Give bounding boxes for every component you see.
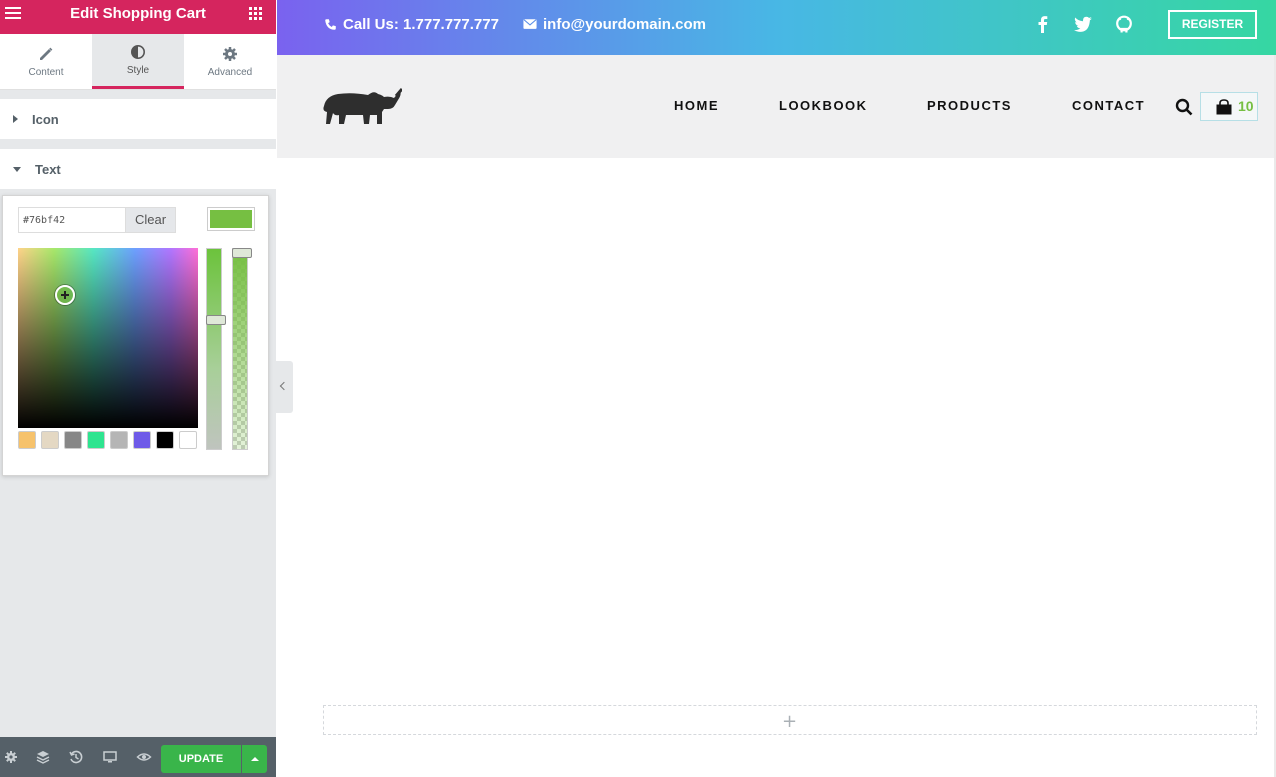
- caret-down-icon: [13, 166, 21, 172]
- tab-label: Style: [126, 65, 150, 76]
- preset-swatch[interactable]: [156, 431, 174, 449]
- panel-tabs: Content Style Advanced: [0, 34, 276, 90]
- editor-panel: Edit Shopping Cart Content Style Advance…: [0, 0, 276, 777]
- nav-lookbook[interactable]: LOOKBOOK: [779, 98, 868, 113]
- section-label: Text: [35, 161, 61, 177]
- cart-count-badge: 10: [1238, 98, 1254, 114]
- tab-style[interactable]: Style: [92, 34, 184, 89]
- tab-label: Content: [28, 66, 64, 78]
- gear-icon[interactable]: [3, 749, 19, 765]
- preset-swatch[interactable]: [18, 431, 36, 449]
- rhino-logo-icon[interactable]: [322, 88, 402, 126]
- history-icon[interactable]: [68, 749, 84, 765]
- phone-text: Call Us: 1.777.777.777: [343, 15, 499, 33]
- hex-color-input[interactable]: [18, 207, 126, 233]
- email-text: info@yourdomain.com: [543, 15, 706, 33]
- site-topbar: Call Us: 1.777.777.777 info@yourdomain.c…: [277, 0, 1276, 55]
- envelope-icon: [523, 19, 537, 29]
- facebook-icon[interactable]: [1033, 14, 1053, 34]
- opacity-slider[interactable]: [232, 248, 252, 450]
- hue-slider-thumb[interactable]: [206, 315, 226, 325]
- tab-advanced[interactable]: Advanced: [184, 34, 276, 89]
- layers-icon[interactable]: [35, 749, 51, 765]
- gear-icon: [223, 46, 237, 61]
- add-section-area[interactable]: +: [323, 705, 1257, 735]
- color-drag-handle-icon[interactable]: [55, 285, 75, 305]
- register-button[interactable]: REGISTER: [1168, 10, 1257, 39]
- phone-icon: [325, 18, 336, 30]
- preset-swatch[interactable]: [87, 431, 105, 449]
- section-label: Icon: [32, 111, 59, 127]
- nav-products[interactable]: PRODUCTS: [927, 98, 1012, 113]
- tab-label: Advanced: [207, 66, 253, 78]
- app-root: Edit Shopping Cart Content Style Advance…: [0, 0, 1276, 777]
- twitter-icon[interactable]: [1073, 14, 1093, 34]
- site-navbar: HOME LOOKBOOK PRODUCTS CONTACT 10: [277, 55, 1276, 158]
- nav-home[interactable]: HOME: [674, 98, 719, 113]
- opacity-slider-thumb[interactable]: [232, 248, 252, 258]
- desktop-icon[interactable]: [102, 749, 118, 765]
- shopping-bag-icon: [1216, 99, 1232, 115]
- caret-right-icon: [13, 115, 18, 123]
- color-picker: Clear: [2, 195, 269, 476]
- update-button[interactable]: UPDATE: [161, 745, 241, 773]
- panel-header: Edit Shopping Cart: [0, 0, 276, 34]
- clear-button[interactable]: Clear: [125, 207, 176, 233]
- github-icon[interactable]: [1114, 14, 1134, 34]
- pencil-icon: [40, 47, 53, 60]
- preset-swatch[interactable]: [110, 431, 128, 449]
- topbar-phone[interactable]: Call Us: 1.777.777.777: [324, 0, 499, 48]
- preset-swatch[interactable]: [64, 431, 82, 449]
- half-circle-icon: [131, 45, 145, 59]
- plus-icon: +: [782, 711, 798, 732]
- chevron-left-icon: [279, 381, 289, 391]
- update-options-chevron-icon[interactable]: [242, 745, 267, 773]
- section-text[interactable]: Text: [0, 149, 276, 189]
- search-icon[interactable]: [1175, 98, 1193, 116]
- section-icon[interactable]: Icon: [0, 99, 276, 139]
- saturation-value-area[interactable]: [18, 248, 198, 428]
- preset-swatch[interactable]: [133, 431, 151, 449]
- preset-swatch[interactable]: [41, 431, 59, 449]
- selected-color-swatch[interactable]: [207, 207, 255, 231]
- color-presets: [18, 431, 202, 449]
- panel-title: Edit Shopping Cart: [70, 5, 206, 22]
- widgets-grid-icon[interactable]: [249, 7, 262, 20]
- tab-content[interactable]: Content: [0, 34, 92, 89]
- shopping-cart-button[interactable]: 10: [1200, 92, 1258, 121]
- collapse-panel-toggle[interactable]: [276, 361, 293, 413]
- eye-icon[interactable]: [136, 749, 152, 765]
- topbar-email[interactable]: info@yourdomain.com: [523, 0, 706, 48]
- preset-swatch[interactable]: [179, 431, 197, 449]
- nav-contact[interactable]: CONTACT: [1072, 98, 1145, 113]
- hue-slider[interactable]: [206, 248, 226, 450]
